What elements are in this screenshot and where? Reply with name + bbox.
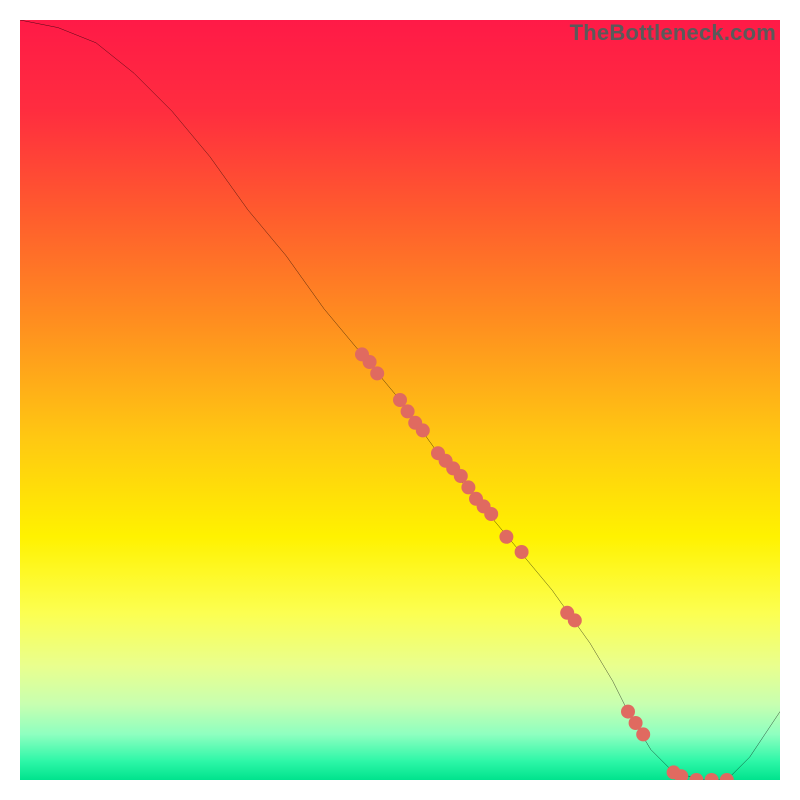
highlight-dots [355,347,734,780]
highlight-dot [636,727,650,741]
highlight-dot [568,613,582,627]
chart-stage: TheBottleneck.com [0,0,800,800]
plot-area: TheBottleneck.com [20,20,780,780]
highlight-dot [515,545,529,559]
highlight-dot [689,773,703,780]
highlight-dot [416,423,430,437]
highlight-dot [499,530,513,544]
highlight-dot [484,507,498,521]
watermark-text: TheBottleneck.com [570,20,776,46]
highlight-dot [621,705,635,719]
highlight-dot [363,355,377,369]
highlight-dot [629,716,643,730]
highlight-dot [393,393,407,407]
highlight-dot [401,404,415,418]
highlight-dot [705,773,719,780]
highlight-dot [461,480,475,494]
highlight-dot [720,773,734,780]
curve-layer [20,20,780,780]
highlight-dot [454,469,468,483]
highlight-dot [370,366,384,380]
